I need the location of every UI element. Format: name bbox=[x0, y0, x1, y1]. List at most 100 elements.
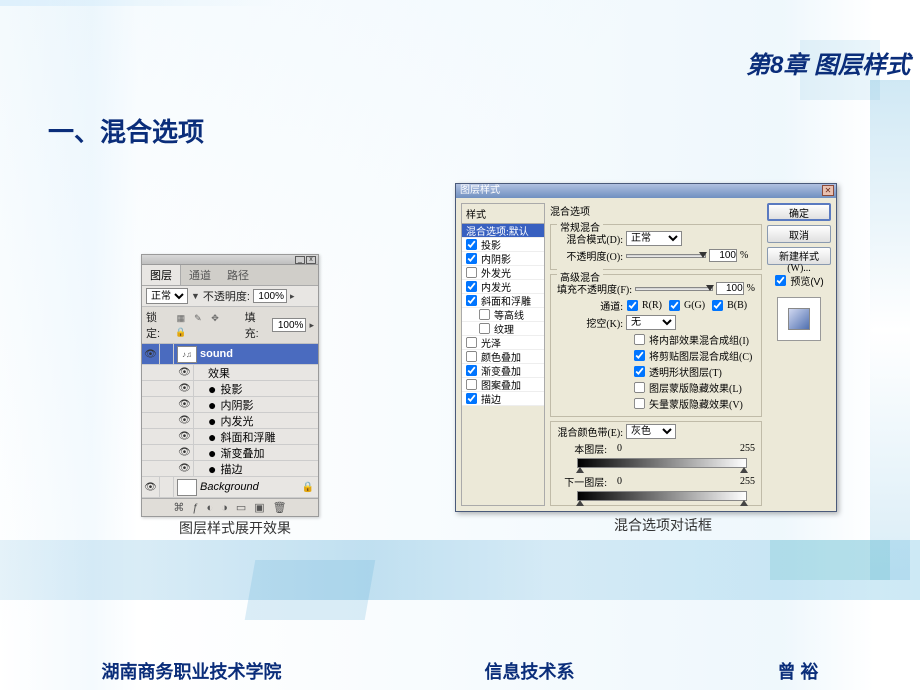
adv-checkbox[interactable] bbox=[634, 366, 645, 377]
opacity-input[interactable] bbox=[253, 289, 287, 303]
style-item[interactable]: 等高线 bbox=[462, 308, 544, 322]
trash-icon[interactable]: 🗑 bbox=[273, 501, 287, 514]
style-item[interactable]: 内阴影 bbox=[462, 252, 544, 266]
style-item[interactable]: 投影 bbox=[462, 238, 544, 252]
mask-icon[interactable]: ◐ bbox=[207, 502, 214, 514]
adv-checkbox[interactable] bbox=[634, 334, 645, 345]
fill-input[interactable] bbox=[272, 318, 306, 332]
style-item[interactable]: 描边 bbox=[462, 392, 544, 406]
visibility-icon[interactable]: 👁 bbox=[176, 445, 194, 460]
opacity-slider[interactable] bbox=[626, 254, 706, 258]
tab-paths[interactable]: 路径 bbox=[219, 265, 257, 285]
folder-icon[interactable]: ▭ bbox=[236, 501, 246, 514]
opacity-input[interactable] bbox=[709, 249, 737, 262]
effect-item[interactable]: 👁●内阴影 bbox=[142, 397, 318, 413]
layer-background[interactable]: 👁 Background 🔒 bbox=[142, 477, 318, 498]
footer-left: 湖南商务职业技术学院 bbox=[101, 658, 281, 684]
this-layer-gradient[interactable] bbox=[577, 458, 747, 468]
preview-label: 预览(V) bbox=[790, 273, 823, 288]
chevron-right-icon[interactable]: ▸ bbox=[309, 320, 314, 331]
style-checkbox[interactable] bbox=[479, 323, 490, 334]
layer-sound[interactable]: 👁 ♪♫ sound bbox=[142, 344, 318, 365]
style-checkbox[interactable] bbox=[466, 365, 477, 376]
preview-checkbox[interactable] bbox=[775, 275, 786, 286]
style-checkbox[interactable] bbox=[466, 253, 477, 264]
style-checkbox[interactable] bbox=[466, 393, 477, 404]
style-checkbox[interactable] bbox=[479, 309, 490, 320]
layer-style-dialog: 图层样式 ✕ 样式 混合选项:默认投影内阴影外发光内发光斜面和浮雕等高线纹理光泽… bbox=[455, 183, 837, 512]
blend-mode-select[interactable]: 正常 bbox=[146, 288, 188, 304]
chevron-right-icon[interactable]: ▸ bbox=[290, 291, 295, 302]
visibility-icon[interactable]: 👁 bbox=[176, 429, 194, 444]
ok-button[interactable]: 确定 bbox=[767, 203, 831, 221]
style-item[interactable]: 纹理 bbox=[462, 322, 544, 336]
effect-item[interactable]: 👁●投影 bbox=[142, 381, 318, 397]
cancel-button[interactable]: 取消 bbox=[767, 225, 831, 243]
adv-checkbox[interactable] bbox=[634, 350, 645, 361]
percent-label: % bbox=[740, 250, 748, 261]
adv-check-row: 将内部效果混合成组(I) bbox=[633, 332, 755, 347]
style-checkbox[interactable] bbox=[466, 351, 477, 362]
effect-item[interactable]: 👁●渐变叠加 bbox=[142, 445, 318, 461]
tab-channels[interactable]: 通道 bbox=[181, 265, 219, 285]
effect-item[interactable]: 👁●内发光 bbox=[142, 413, 318, 429]
under-layer-gradient[interactable] bbox=[577, 491, 747, 501]
style-checkbox[interactable] bbox=[466, 337, 477, 348]
blendif-select[interactable]: 灰色 bbox=[626, 424, 676, 439]
visibility-icon[interactable]: 👁 bbox=[176, 381, 194, 396]
style-item[interactable]: 内发光 bbox=[462, 280, 544, 294]
lock-paint-icon[interactable]: ✎ bbox=[191, 311, 205, 325]
visibility-icon[interactable]: 👁 bbox=[176, 397, 194, 412]
adjustment-icon[interactable]: ◑ bbox=[221, 502, 228, 514]
lock-position-icon[interactable]: ✥ bbox=[208, 311, 222, 325]
visibility-icon[interactable]: 👁 bbox=[176, 365, 194, 380]
adv-check-row: 矢量蒙版隐藏效果(V) bbox=[633, 396, 755, 411]
new-layer-icon[interactable]: ▣ bbox=[254, 501, 264, 514]
opacity-label: 不透明度(O): bbox=[557, 248, 623, 263]
minimize-icon[interactable]: _ bbox=[295, 256, 305, 264]
fill-opacity-input[interactable] bbox=[716, 282, 744, 295]
lock-transparency-icon[interactable]: ▦ bbox=[174, 311, 188, 325]
tab-layers[interactable]: 图层 bbox=[142, 265, 181, 285]
style-item[interactable]: 光泽 bbox=[462, 336, 544, 350]
style-checkbox[interactable] bbox=[466, 239, 477, 250]
channel-g-checkbox[interactable] bbox=[669, 300, 680, 311]
visibility-icon[interactable]: 👁 bbox=[142, 344, 160, 364]
blend-mode-select[interactable]: 正常 bbox=[626, 231, 682, 246]
style-item[interactable]: 图案叠加 bbox=[462, 378, 544, 392]
visibility-icon[interactable]: 👁 bbox=[142, 477, 160, 497]
fx-icon[interactable]: ƒ bbox=[192, 502, 198, 514]
close-icon[interactable]: ✕ bbox=[822, 185, 834, 196]
link-cell[interactable] bbox=[160, 344, 174, 364]
channel-r-label: R(R) bbox=[642, 300, 662, 311]
new-style-button[interactable]: 新建样式(W)... bbox=[767, 247, 831, 265]
adv-checkbox[interactable] bbox=[634, 382, 645, 393]
under-layer-label: 下一图层: bbox=[557, 474, 607, 489]
percent-label: % bbox=[747, 283, 755, 294]
channel-r-checkbox[interactable] bbox=[627, 300, 638, 311]
style-item[interactable]: 渐变叠加 bbox=[462, 364, 544, 378]
style-checkbox[interactable] bbox=[466, 379, 477, 390]
effect-item[interactable]: 👁●斜面和浮雕 bbox=[142, 429, 318, 445]
adv-checkbox[interactable] bbox=[634, 398, 645, 409]
style-item[interactable]: 颜色叠加 bbox=[462, 350, 544, 364]
link-cell[interactable] bbox=[160, 477, 174, 497]
style-item[interactable]: 混合选项:默认 bbox=[462, 224, 544, 238]
fill-opacity-slider[interactable] bbox=[635, 287, 713, 291]
style-checkbox[interactable] bbox=[466, 295, 477, 306]
style-item[interactable]: 外发光 bbox=[462, 266, 544, 280]
style-checkbox[interactable] bbox=[466, 281, 477, 292]
this-layer-lo: 0 bbox=[617, 443, 622, 454]
effects-header[interactable]: 👁 效果 bbox=[142, 365, 318, 381]
style-item[interactable]: 斜面和浮雕 bbox=[462, 294, 544, 308]
visibility-icon[interactable]: 👁 bbox=[176, 413, 194, 428]
effect-item[interactable]: 👁●描边 bbox=[142, 461, 318, 477]
adv-check-row: 透明形状图层(T) bbox=[633, 364, 755, 379]
channel-b-checkbox[interactable] bbox=[712, 300, 723, 311]
style-checkbox[interactable] bbox=[466, 267, 477, 278]
close-icon[interactable]: x bbox=[306, 256, 316, 264]
lock-all-icon[interactable]: 🔒 bbox=[174, 325, 188, 339]
visibility-icon[interactable]: 👁 bbox=[176, 461, 194, 476]
link-icon[interactable]: ⌘ bbox=[173, 501, 184, 514]
knockout-select[interactable]: 无 bbox=[626, 315, 676, 330]
